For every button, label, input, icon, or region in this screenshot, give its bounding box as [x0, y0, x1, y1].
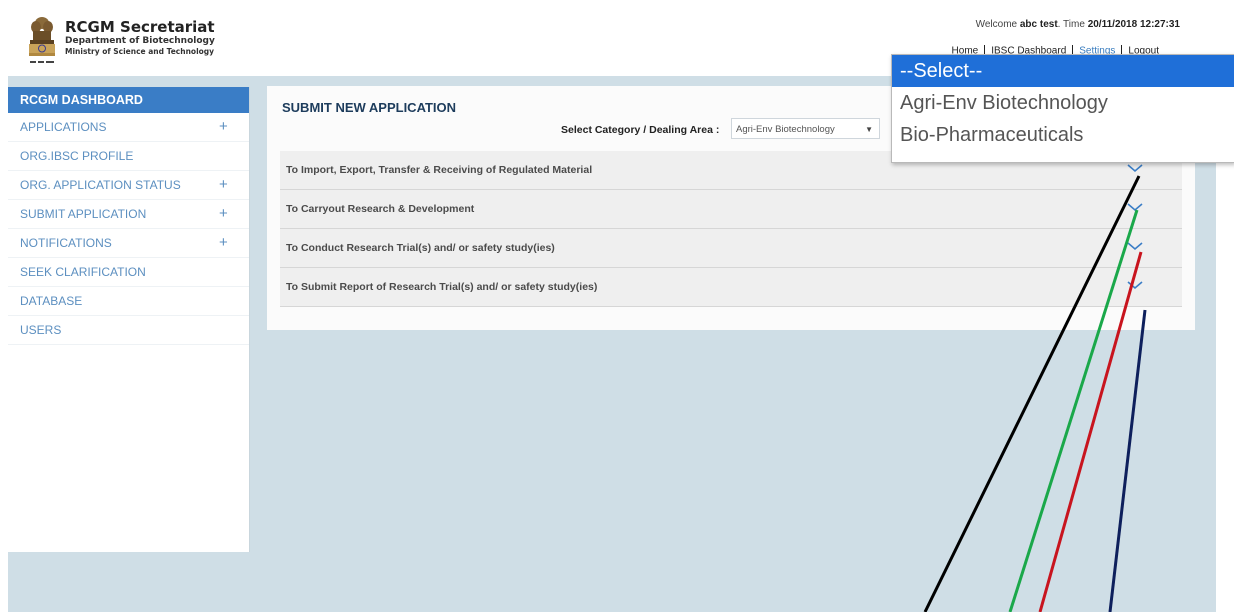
sidebar-item-label: ORG.IBSC PROFILE — [20, 149, 134, 163]
brand-block: RCGM Secretariat Department of Biotechno… — [65, 18, 215, 57]
sidebar-item-label: SUBMIT APPLICATION — [20, 207, 147, 221]
dropdown-option-select[interactable]: --Select-- — [892, 55, 1234, 87]
sidebar-item-label: USERS — [20, 323, 62, 337]
category-dropdown-list: --Select-- Agri-Env Biotechnology Bio-Ph… — [891, 54, 1234, 163]
emblem-logo — [24, 13, 60, 69]
category-label: Select Category / Dealing Area : — [561, 124, 720, 136]
accordion-conduct-trials[interactable]: To Conduct Research Trial(s) and/ or saf… — [280, 229, 1182, 268]
sidebar-item-seek-clarification[interactable]: SEEK CLARIFICATION — [8, 258, 249, 287]
expand-plus-icon[interactable]: + — [219, 171, 228, 199]
accordion-label: To Carryout Research & Development — [286, 203, 475, 215]
sidebar-item-notifications[interactable]: NOTIFICATIONS + — [8, 229, 249, 258]
sidebar: RCGM DASHBOARD APPLICATIONS + ORG.IBSC P… — [8, 87, 250, 552]
dropdown-option-agri-env[interactable]: Agri-Env Biotechnology — [892, 87, 1234, 119]
welcome-prefix: Welcome — [975, 19, 1018, 30]
sidebar-item-applications[interactable]: APPLICATIONS + — [8, 113, 249, 142]
session-time: 20/11/2018 12:27:31 — [1087, 19, 1180, 30]
sidebar-item-label: DATABASE — [20, 294, 83, 308]
ministry-name: Ministry of Science and Technology — [65, 47, 215, 56]
chevron-down-icon[interactable] — [1126, 239, 1144, 253]
category-select[interactable]: Agri-Env Biotechnology ▼ — [731, 118, 880, 139]
time-label: . Time — [1057, 19, 1085, 30]
sidebar-item-org-application-status[interactable]: ORG. APPLICATION STATUS + — [8, 171, 249, 200]
sidebar-item-database[interactable]: DATABASE — [8, 287, 249, 316]
chevron-down-icon[interactable] — [1126, 200, 1144, 214]
sidebar-item-label: NOTIFICATIONS — [20, 236, 112, 250]
accordion-label: To Submit Report of Research Trial(s) an… — [286, 281, 598, 293]
dropdown-arrow-icon: ▼ — [865, 125, 873, 134]
accordion-research-development[interactable]: To Carryout Research & Development — [280, 190, 1182, 229]
site-title: RCGM Secretariat — [65, 18, 215, 36]
dropdown-option-bio-pharma[interactable]: Bio-Pharmaceuticals — [892, 119, 1234, 151]
sidebar-item-submit-application[interactable]: SUBMIT APPLICATION + — [8, 200, 249, 229]
chevron-down-icon[interactable] — [1126, 161, 1144, 175]
sidebar-item-label: SEEK CLARIFICATION — [20, 265, 146, 279]
expand-plus-icon[interactable]: + — [219, 200, 228, 228]
expand-plus-icon[interactable]: + — [219, 113, 228, 141]
sidebar-item-org-ibsc-profile[interactable]: ORG.IBSC PROFILE — [8, 142, 249, 171]
category-select-value: Agri-Env Biotechnology — [736, 124, 835, 135]
chevron-down-icon[interactable] — [1126, 278, 1144, 292]
expand-plus-icon[interactable]: + — [219, 229, 228, 257]
accordion-label: To Conduct Research Trial(s) and/ or saf… — [286, 242, 555, 254]
accordion-label: To Import, Export, Transfer & Receiving … — [286, 164, 593, 176]
sidebar-item-label: ORG. APPLICATION STATUS — [20, 178, 181, 192]
welcome-text: Welcome abc test. Time 20/11/2018 12:27:… — [976, 19, 1180, 30]
panel-title: SUBMIT NEW APPLICATION — [282, 100, 457, 115]
accordion-submit-report[interactable]: To Submit Report of Research Trial(s) an… — [280, 268, 1182, 307]
user-name: abc test — [1019, 19, 1058, 30]
sidebar-heading[interactable]: RCGM DASHBOARD — [8, 87, 249, 113]
sidebar-item-label: APPLICATIONS — [20, 120, 107, 134]
sidebar-item-users[interactable]: USERS — [8, 316, 249, 345]
department-name: Department of Biotechnology — [65, 36, 215, 46]
